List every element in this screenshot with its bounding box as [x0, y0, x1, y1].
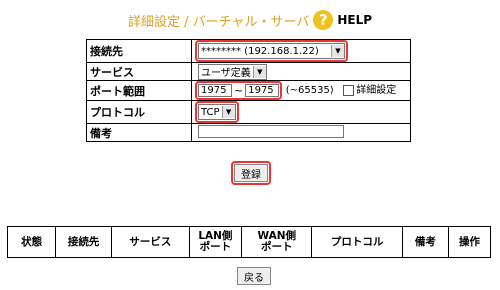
back-button[interactable]: 戻る	[237, 267, 271, 285]
row-port-range: ポート範囲 1975 ~ 1975 (~65535) 詳細設定	[86, 80, 411, 101]
help-link[interactable]: HELP	[337, 13, 372, 27]
column-note: 備考	[401, 226, 449, 258]
virtual-server-list: 状態 接続先 サービス LAN側 ポート WAN側 ポート プロトコル 備考 操…	[6, 226, 492, 258]
page-title: 詳細設定 / バーチャル・サーバ	[127, 14, 310, 30]
port-to-input[interactable]: 1975	[245, 84, 280, 97]
chevron-down-icon: ▼	[252, 65, 266, 78]
column-operation: 操作	[447, 226, 492, 258]
chevron-down-icon: ▼	[221, 106, 235, 118]
destination-select[interactable]: ******** (192.168.1.22) ▼	[198, 43, 345, 59]
protocol-label: プロトコル	[86, 100, 192, 124]
detail-checkbox-label: 詳細設定	[356, 85, 397, 96]
port-range-highlight: 1975 ~ 1975	[195, 81, 283, 100]
port-from-input[interactable]: 1975	[198, 84, 232, 97]
page-header: 詳細設定 / バーチャル・サーバ ? HELP	[0, 8, 500, 32]
help-icon[interactable]: ?	[313, 10, 334, 30]
detail-checkbox[interactable]	[343, 84, 355, 96]
destination-value: ******** (192.168.1.22)	[201, 45, 319, 57]
row-destination: 接続先 ******** (192.168.1.22) ▼	[86, 39, 411, 63]
protocol-value: TCP	[201, 106, 220, 118]
protocol-highlight: TCP ▼	[195, 101, 239, 123]
destination-label: 接続先	[86, 39, 192, 63]
column-lan-port: LAN側 ポート	[188, 226, 243, 258]
row-note: 備考	[86, 123, 411, 142]
register-button[interactable]: 登録	[234, 164, 268, 182]
column-status: 状態	[6, 226, 57, 258]
destination-highlight: ******** (192.168.1.22) ▼	[195, 40, 348, 62]
row-service: サービス ユーザ定義 ▼	[86, 62, 411, 81]
note-input[interactable]	[198, 124, 344, 138]
port-range-label: ポート範囲	[86, 80, 192, 101]
register-highlight: 登録	[231, 161, 271, 185]
row-protocol: プロトコル TCP ▼	[86, 100, 411, 124]
column-destination: 接続先	[55, 226, 112, 258]
port-separator: ~	[234, 84, 244, 97]
chevron-down-icon: ▼	[331, 45, 344, 57]
virtual-server-form: 接続先 ******** (192.168.1.22) ▼ サービス ユーザ定義…	[86, 39, 411, 142]
port-max-hint: (~65535)	[285, 85, 334, 96]
service-select[interactable]: ユーザ定義 ▼	[198, 63, 267, 80]
column-wan-port: WAN側 ポート	[241, 226, 313, 258]
protocol-select[interactable]: TCP ▼	[198, 104, 236, 120]
column-service: サービス	[110, 226, 190, 258]
service-label: サービス	[86, 62, 192, 81]
service-value: ユーザ定義	[201, 68, 251, 79]
note-label: 備考	[86, 123, 192, 142]
list-header-row: 状態 接続先 サービス LAN側 ポート WAN側 ポート プロトコル 備考 操…	[6, 226, 492, 258]
column-protocol: プロトコル	[311, 226, 403, 258]
